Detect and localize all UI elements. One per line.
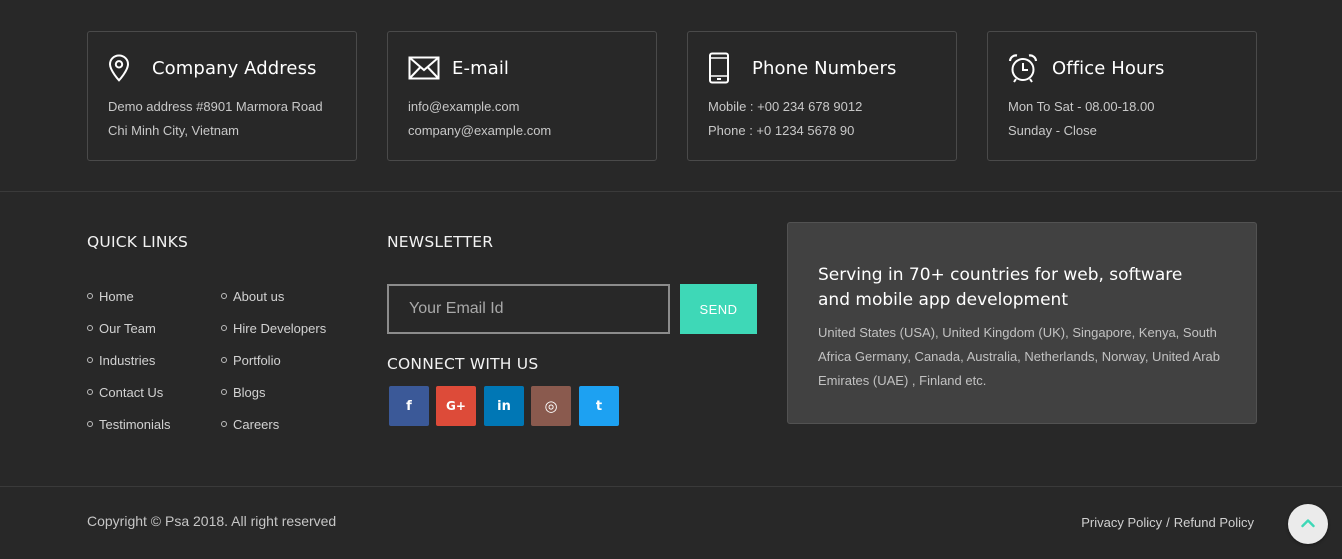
linkedin-icon[interactable]: in <box>484 386 524 426</box>
countries-heading: Serving in 70+ countries for web, softwa… <box>818 265 1183 310</box>
circle-bullet-icon <box>87 389 93 395</box>
link-industries[interactable]: Industries <box>87 344 171 376</box>
circle-bullet-icon <box>221 357 227 363</box>
circle-bullet-icon <box>87 325 93 331</box>
email-card: E-mail info@example.com company@example.… <box>387 31 657 161</box>
office-hours-card: Office Hours Mon To Sat - 08.00-18.00 Su… <box>987 31 1257 161</box>
phone-card: Phone Numbers Mobile : +00 234 678 9012 … <box>687 31 957 161</box>
card-line: Demo address #8901 Marmora Road <box>108 99 323 114</box>
newsletter-title: NEWSLETTER <box>387 233 494 251</box>
quick-links-title: QUICK LINKS <box>87 233 189 251</box>
card-title: E-mail <box>452 57 510 79</box>
map-pin-icon <box>108 52 144 84</box>
link-label: Home <box>99 288 134 304</box>
circle-bullet-icon <box>221 325 227 331</box>
card-title: Office Hours <box>1052 57 1165 79</box>
mobile-phone-icon <box>708 52 744 84</box>
twitter-icon[interactable]: t <box>579 386 619 426</box>
link-label: Blogs <box>233 384 266 400</box>
address-card-header: Company Address <box>108 52 317 84</box>
alarm-clock-icon <box>1008 52 1044 84</box>
link-label: Industries <box>99 352 156 368</box>
link-label: Hire Developers <box>233 320 327 336</box>
card-line[interactable]: company@example.com <box>408 119 648 143</box>
email-card-header: E-mail <box>408 52 509 84</box>
chevron-up-icon <box>1301 515 1315 533</box>
link-careers[interactable]: Careers <box>221 408 326 440</box>
section-divider <box>0 191 1342 192</box>
card-title: Phone Numbers <box>752 57 897 79</box>
link-label: Testimonials <box>99 416 171 432</box>
card-line[interactable]: info@example.com <box>408 95 648 119</box>
countries-list: United States (USA), United Kingdom (UK)… <box>818 325 1220 388</box>
circle-bullet-icon <box>87 421 93 427</box>
card-line: Chi Minh City, Vietnam <box>108 123 240 138</box>
card-line: Sunday - Close <box>1008 123 1097 138</box>
quick-links-column-2: About us Hire Developers Portfolio Blogs… <box>221 280 326 440</box>
footer-divider <box>0 486 1342 487</box>
copyright-text: Copyright © Psa 2018. All right reserved <box>87 513 337 529</box>
countries-panel: Serving in 70+ countries for web, softwa… <box>787 222 1257 424</box>
circle-bullet-icon <box>87 357 93 363</box>
card-lines: Mobile : +00 234 678 9012 Phone : +0 123… <box>708 95 948 143</box>
link-contact-us[interactable]: Contact Us <box>87 376 171 408</box>
connect-title: CONNECT WITH US <box>387 355 539 373</box>
policy-separator: / <box>1166 515 1170 530</box>
google-plus-icon[interactable]: G+ <box>436 386 476 426</box>
contact-cards: Company Address Demo address #8901 Marmo… <box>87 31 1257 161</box>
link-our-team[interactable]: Our Team <box>87 312 171 344</box>
address-card: Company Address Demo address #8901 Marmo… <box>87 31 357 161</box>
quick-links: Home Our Team Industries Contact Us Test… <box>87 280 367 432</box>
scroll-to-top-button[interactable] <box>1288 504 1328 544</box>
link-hire-developers[interactable]: Hire Developers <box>221 312 326 344</box>
link-about-us[interactable]: About us <box>221 280 326 312</box>
circle-bullet-icon <box>87 293 93 299</box>
instagram-icon[interactable]: ◎ <box>531 386 571 426</box>
card-line: Mobile : +00 234 678 9012 <box>708 99 863 114</box>
card-line: Mon To Sat - 08.00-18.00 <box>1008 99 1155 114</box>
circle-bullet-icon <box>221 293 227 299</box>
link-label: Our Team <box>99 320 156 336</box>
link-blogs[interactable]: Blogs <box>221 376 326 408</box>
link-testimonials[interactable]: Testimonials <box>87 408 171 440</box>
privacy-policy-link[interactable]: Privacy Policy <box>1081 515 1162 530</box>
card-lines: info@example.com company@example.com <box>408 95 648 143</box>
send-button[interactable]: SEND <box>680 284 757 334</box>
newsletter-email-input[interactable] <box>387 284 670 334</box>
facebook-icon[interactable]: f <box>389 386 429 426</box>
card-title: Company Address <box>152 57 317 79</box>
link-label: Contact Us <box>99 384 164 400</box>
circle-bullet-icon <box>221 389 227 395</box>
envelope-icon <box>408 52 444 84</box>
card-lines: Mon To Sat - 08.00-18.00 Sunday - Close <box>1008 95 1248 143</box>
policy-links: Privacy Policy / Refund Policy <box>1081 515 1254 530</box>
link-label: Portfolio <box>233 352 281 368</box>
office-hours-card-header: Office Hours <box>1008 52 1164 84</box>
circle-bullet-icon <box>221 421 227 427</box>
link-label: Careers <box>233 416 280 432</box>
link-portfolio[interactable]: Portfolio <box>221 344 326 376</box>
link-home[interactable]: Home <box>87 280 171 312</box>
refund-policy-link[interactable]: Refund Policy <box>1174 515 1254 530</box>
phone-card-header: Phone Numbers <box>708 52 896 84</box>
card-lines: Demo address #8901 Marmora Road Chi Minh… <box>108 95 348 143</box>
quick-links-column-1: Home Our Team Industries Contact Us Test… <box>87 280 171 440</box>
link-label: About us <box>233 288 285 304</box>
card-line: Phone : +0 1234 5678 90 <box>708 123 855 138</box>
